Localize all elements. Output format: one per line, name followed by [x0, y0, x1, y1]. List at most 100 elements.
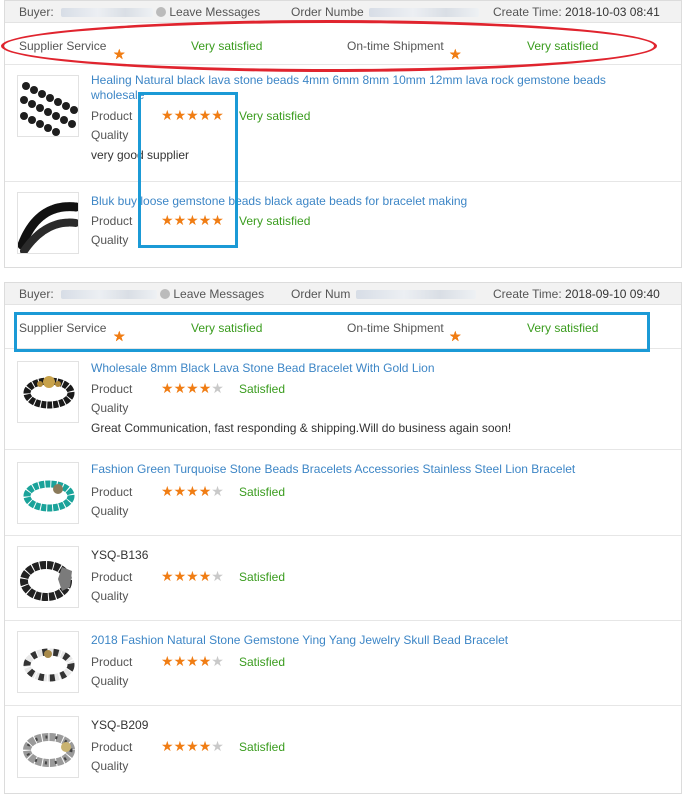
- star-filled-icon: ★: [161, 107, 174, 123]
- supplier-rating-row: Supplier Service ★ ★ ★ ★ ★ Very satisfied On…: [5, 23, 681, 65]
- create-time-value: 2018-09-10 09:40: [565, 287, 660, 301]
- leave-messages-link[interactable]: Leave Messages: [173, 287, 264, 301]
- blurred-order-number: [369, 8, 480, 18]
- product-title-link[interactable]: 2018 Fashion Natural Stone Gemstone Ying…: [91, 633, 611, 648]
- star-filled-icon: ★: [198, 653, 212, 669]
- star-filled-icon: ★: [186, 380, 199, 396]
- star-filled-icon: ★: [186, 738, 199, 754]
- jasper-bracelet-image: [23, 733, 75, 767]
- message-icon: [156, 7, 167, 17]
- review-comment: very good supplier: [91, 148, 190, 162]
- star-empty-icon: ★: [211, 380, 224, 396]
- star-filled-icon: ★: [198, 380, 212, 396]
- create-time-value: 2018-10-03 08:41: [565, 5, 660, 19]
- product-rating-stars: ★★★★★: [161, 484, 224, 498]
- product-review-item: YSQ-B209 Product ★★★★★ Satisfied Quality: [5, 706, 681, 790]
- product-review-item: Wholesale 8mm Black Lava Stone Bead Brac…: [5, 349, 681, 450]
- product-rating-verdict: Satisfied: [239, 485, 286, 499]
- lion-bracelet-image: [23, 376, 75, 409]
- product-review-item: Healing Natural black lava stone beads 4…: [5, 65, 681, 182]
- product-thumbnail[interactable]: [17, 462, 79, 524]
- product-rating-stars: ★★★★★: [161, 213, 224, 227]
- star-empty-icon: ★: [211, 568, 224, 584]
- star-filled-icon: ★: [186, 107, 199, 123]
- star-filled-icon: ★: [161, 483, 174, 499]
- star-filled-icon: ★: [161, 653, 174, 669]
- star-filled-icon: ★: [173, 738, 187, 754]
- quality-label: Quality: [91, 674, 129, 688]
- order-number-label: Order Num: [291, 287, 351, 301]
- star-filled-icon: ★: [211, 212, 224, 228]
- star-filled-icon: ★: [113, 328, 126, 344]
- product-rating-label: Product: [91, 109, 133, 123]
- star-filled-icon: ★: [198, 568, 212, 584]
- star-filled-icon: ★: [161, 380, 174, 396]
- star-filled-icon: ★: [198, 107, 212, 123]
- product-review-item: YSQ-B136 Product ★★★★★ Satisfied Quality: [5, 536, 681, 621]
- product-thumbnail[interactable]: [17, 546, 79, 608]
- star-filled-icon: ★: [173, 380, 187, 396]
- agate-beads-image: [18, 202, 78, 253]
- star-filled-icon: ★: [186, 212, 199, 228]
- product-thumbnail[interactable]: [17, 716, 79, 778]
- quality-label: Quality: [91, 589, 129, 603]
- product-title: YSQ-B136: [91, 548, 149, 562]
- order-card: Buyer: Leave Messages Order Num Create T…: [4, 282, 682, 794]
- supplier-service-verdict: Very satisfied: [191, 39, 263, 53]
- star-filled-icon: ★: [173, 568, 187, 584]
- star-filled-icon: ★: [161, 212, 174, 228]
- review-comment: Great Communication, fast responding & s…: [91, 421, 512, 435]
- product-rating-verdict: Very satisfied: [239, 109, 311, 123]
- star-filled-icon: ★: [211, 107, 224, 123]
- product-rating-label: Product: [91, 382, 133, 396]
- product-title-link[interactable]: Wholesale 8mm Black Lava Stone Bead Brac…: [91, 361, 611, 376]
- supplier-rating-row: Supplier Service ★ ★ ★ ★ ★ Very satisfied On…: [5, 305, 681, 349]
- star-filled-icon: ★: [173, 107, 187, 123]
- star-filled-icon: ★: [186, 483, 199, 499]
- product-rating-verdict: Satisfied: [239, 382, 286, 396]
- star-filled-icon: ★: [173, 653, 187, 669]
- product-rating-label: Product: [91, 570, 133, 584]
- supplier-service-label: Supplier Service: [19, 321, 107, 335]
- on-time-shipment-label: On-time Shipment: [347, 321, 444, 335]
- star-filled-icon: ★: [198, 738, 212, 754]
- star-filled-icon: ★: [186, 653, 199, 669]
- product-review-item: Fashion Green Turquoise Stone Beads Brac…: [5, 450, 681, 536]
- product-thumbnail[interactable]: [17, 75, 79, 137]
- star-filled-icon: ★: [161, 738, 174, 754]
- on-time-shipment-label: On-time Shipment: [347, 39, 444, 53]
- supplier-service-verdict: Very satisfied: [191, 321, 263, 335]
- product-thumbnail[interactable]: [17, 192, 79, 254]
- product-rating-verdict: Satisfied: [239, 570, 286, 584]
- product-title-link[interactable]: Fashion Green Turquoise Stone Beads Brac…: [91, 462, 611, 477]
- quality-label: Quality: [91, 401, 129, 415]
- star-filled-icon: ★: [198, 212, 212, 228]
- product-rating-stars: ★★★★★: [161, 108, 224, 122]
- supplier-service-label: Supplier Service: [19, 39, 107, 53]
- create-time-label: Create Time:: [493, 5, 562, 19]
- product-title-link[interactable]: Bluk buy loose gemstone beads black agat…: [91, 194, 611, 209]
- star-empty-icon: ★: [211, 653, 224, 669]
- create-time-label: Create Time:: [493, 287, 562, 301]
- leave-messages-link[interactable]: Leave Messages: [169, 5, 260, 19]
- product-title-link[interactable]: Healing Natural black lava stone beads 4…: [91, 73, 611, 103]
- product-title: YSQ-B209: [91, 718, 149, 732]
- product-rating-stars: ★★★★★: [161, 654, 224, 668]
- blurred-buyer-name: [61, 8, 154, 18]
- blurred-buyer-name: [61, 290, 158, 300]
- product-rating-label: Product: [91, 214, 133, 228]
- product-review-item: 2018 Fashion Natural Stone Gemstone Ying…: [5, 621, 681, 706]
- product-rating-label: Product: [91, 485, 133, 499]
- product-rating-verdict: Satisfied: [239, 655, 286, 669]
- buyer-label: Buyer:: [19, 287, 54, 301]
- order-header: Buyer: Leave Messages Order Num Create T…: [5, 283, 681, 305]
- quality-label: Quality: [91, 759, 129, 773]
- star-empty-icon: ★: [211, 483, 224, 499]
- product-thumbnail[interactable]: [17, 361, 79, 423]
- product-thumbnail[interactable]: [17, 631, 79, 693]
- order-header: Buyer: Leave Messages Order Numbe Create…: [5, 1, 681, 23]
- product-rating-stars: ★★★★★: [161, 739, 224, 753]
- lava-beads-image: [20, 82, 78, 136]
- product-rating-label: Product: [91, 740, 133, 754]
- product-rating-stars: ★★★★★: [161, 381, 224, 395]
